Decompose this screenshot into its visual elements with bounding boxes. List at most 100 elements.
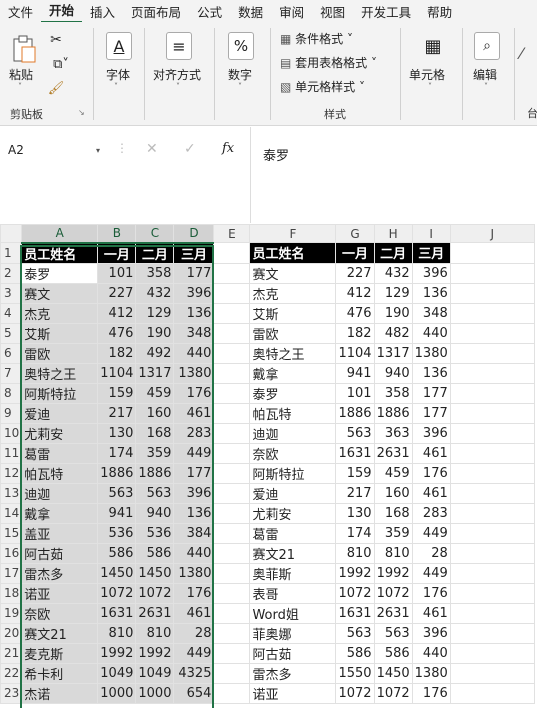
cell[interactable]: 1450 <box>135 562 175 584</box>
cell[interactable]: 810 <box>335 542 375 564</box>
cell[interactable]: 449 <box>411 522 451 544</box>
menu-tab[interactable]: 帮助 <box>419 2 460 21</box>
cell[interactable]: 359 <box>373 522 413 544</box>
cell[interactable]: 101 <box>335 382 375 404</box>
cell[interactable]: 1104 <box>97 362 137 384</box>
cells-chevron-icon[interactable]: ˅ <box>428 82 432 91</box>
cell[interactable]: 129 <box>373 282 413 304</box>
cell[interactable]: 461 <box>411 602 451 624</box>
row-header[interactable]: 6 <box>0 342 23 364</box>
cell[interactable]: 葛雷 <box>21 442 99 464</box>
cell[interactable] <box>449 302 535 324</box>
cell[interactable] <box>213 502 251 524</box>
cell[interactable]: 1631 <box>97 602 137 624</box>
cell[interactable]: 476 <box>97 322 137 344</box>
dialog-launcher-icon[interactable]: ↘ <box>78 108 85 117</box>
cell[interactable] <box>449 662 535 684</box>
cell[interactable]: 358 <box>135 262 175 284</box>
column-header[interactable]: C <box>135 224 175 244</box>
cell[interactable]: 2631 <box>373 602 413 624</box>
cell[interactable]: 459 <box>373 462 413 484</box>
column-header[interactable]: B <box>97 224 137 244</box>
cell[interactable]: 阿古茹 <box>249 642 337 664</box>
column-header[interactable]: E <box>213 224 251 243</box>
cell[interactable]: 168 <box>373 502 413 524</box>
cell[interactable]: 177 <box>411 382 451 404</box>
cell[interactable]: 396 <box>173 282 215 304</box>
cell[interactable]: 迪迦 <box>21 482 99 504</box>
cell[interactable]: 泰罗 <box>21 262 99 284</box>
cell[interactable] <box>213 542 251 564</box>
menu-tab[interactable]: 视图 <box>312 2 353 21</box>
cell[interactable]: 536 <box>97 522 137 544</box>
cell[interactable] <box>449 522 535 544</box>
cell[interactable]: 396 <box>411 262 451 284</box>
cell[interactable]: 28 <box>173 622 215 644</box>
cell[interactable] <box>213 382 251 404</box>
cell[interactable]: 168 <box>135 422 175 444</box>
menu-tab[interactable]: 页面布局 <box>123 2 189 21</box>
select-all-corner[interactable] <box>0 224 23 243</box>
name-box[interactable]: A2 ▾ <box>4 139 104 161</box>
cell[interactable]: 1992 <box>373 562 413 584</box>
number-label[interactable]: 数字 <box>228 66 252 83</box>
cell[interactable] <box>449 462 535 484</box>
cell[interactable]: 表哥 <box>249 582 337 604</box>
cell[interactable]: 536 <box>135 522 175 544</box>
cell[interactable]: 希卡利 <box>21 662 99 684</box>
alignment-chevron-icon[interactable]: ˅ <box>176 82 180 91</box>
row-header[interactable]: 19 <box>0 602 23 624</box>
cell[interactable] <box>449 382 535 404</box>
cell[interactable]: 戴拿 <box>21 502 99 524</box>
cell[interactable]: 182 <box>97 342 137 364</box>
cell[interactable]: 129 <box>135 302 175 324</box>
cell[interactable] <box>213 682 251 704</box>
row-header[interactable]: 21 <box>0 642 23 664</box>
alignment-icon[interactable]: ≡ <box>166 32 192 60</box>
cell[interactable]: 1072 <box>335 582 375 604</box>
cell[interactable]: 449 <box>173 442 215 464</box>
cell[interactable]: 432 <box>135 282 175 304</box>
cell[interactable] <box>213 662 251 684</box>
cell[interactable]: 麦克斯 <box>21 642 99 664</box>
menu-tab[interactable]: 审阅 <box>271 2 312 21</box>
cell[interactable] <box>213 562 251 584</box>
cell[interactable] <box>449 562 535 584</box>
cell[interactable]: 1992 <box>135 642 175 664</box>
cell[interactable] <box>449 442 535 464</box>
cell[interactable]: 586 <box>135 542 175 564</box>
cell[interactable]: 1380 <box>173 562 215 584</box>
row-header[interactable]: 16 <box>0 542 23 564</box>
row-header[interactable]: 14 <box>0 502 23 524</box>
cell[interactable]: 1072 <box>335 682 375 704</box>
cell[interactable]: 1886 <box>97 462 137 484</box>
row-header[interactable]: 1 <box>0 242 23 264</box>
cell[interactable] <box>213 342 251 364</box>
cell[interactable]: 奈欧 <box>249 442 337 464</box>
cell[interactable]: 176 <box>411 682 451 704</box>
cell[interactable]: 190 <box>373 302 413 324</box>
cell[interactable]: 阿斯特拉 <box>249 462 337 484</box>
cell[interactable]: 戴拿 <box>249 362 337 384</box>
cell[interactable]: 227 <box>335 262 375 284</box>
cell[interactable]: 艾斯 <box>21 322 99 344</box>
cell[interactable]: 136 <box>411 362 451 384</box>
row-header[interactable]: 22 <box>0 662 23 684</box>
cell[interactable] <box>213 402 251 424</box>
cell[interactable] <box>449 582 535 604</box>
cell[interactable]: 1072 <box>373 582 413 604</box>
cell[interactable]: 雷杰多 <box>249 662 337 684</box>
cell[interactable]: 1380 <box>411 342 451 364</box>
font-chevron-icon[interactable]: ˅ <box>114 82 118 91</box>
cell[interactable]: 130 <box>97 422 137 444</box>
cell[interactable]: 174 <box>97 442 137 464</box>
cell[interactable]: 帕瓦特 <box>21 462 99 484</box>
cell[interactable] <box>449 422 535 444</box>
cell[interactable]: 396 <box>411 622 451 644</box>
cell[interactable] <box>449 402 535 424</box>
cell[interactable]: 1886 <box>373 402 413 424</box>
cell[interactable]: 1049 <box>135 662 175 684</box>
cell[interactable]: 412 <box>335 282 375 304</box>
cell[interactable]: 1072 <box>97 582 137 604</box>
cell[interactable]: 雷欧 <box>249 322 337 344</box>
